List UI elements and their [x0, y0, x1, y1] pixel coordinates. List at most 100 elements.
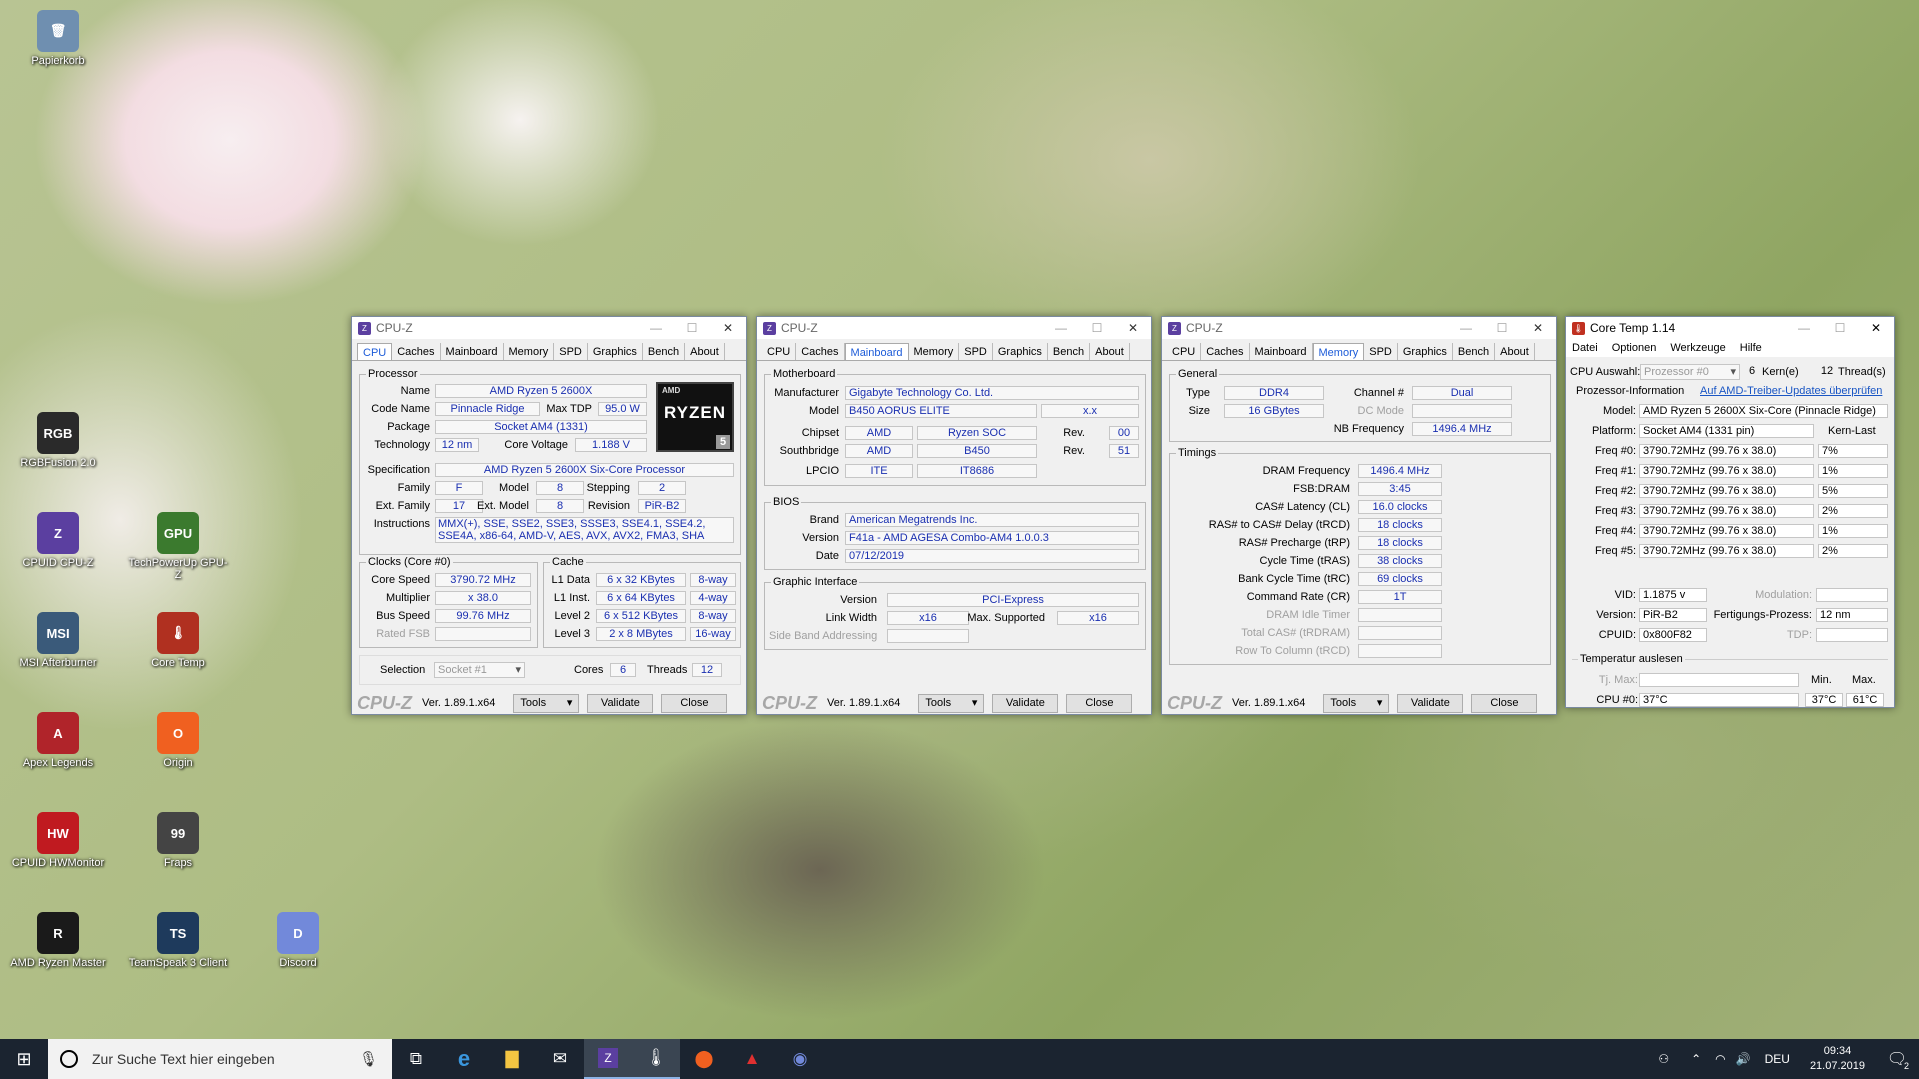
desktop-icon-core-temp[interactable]: 🌡 Core Temp — [128, 612, 228, 669]
tools-button[interactable]: Tools ▾ — [1323, 693, 1390, 713]
desktop-icon-amd-ryzen-master[interactable]: R AMD Ryzen Master — [8, 912, 108, 969]
people-icon[interactable]: ⚇ — [1658, 1052, 1669, 1066]
close-button[interactable]: Close — [661, 693, 728, 713]
bus-speed-value: 99.76 MHz — [435, 609, 531, 623]
network-icon[interactable]: ◠ — [1715, 1052, 1725, 1066]
tools-button[interactable]: Tools ▾ — [918, 693, 985, 713]
maximize-icon[interactable]: ☐ — [674, 317, 710, 339]
tab-graphics[interactable]: Graphics — [993, 343, 1048, 360]
desktop-icon-cpuid-hwmonitor[interactable]: HW CPUID HWMonitor — [8, 812, 108, 869]
tab-caches[interactable]: Caches — [1201, 343, 1250, 360]
bottom-bar: CPU-Z Ver. 1.89.1.x64 Tools ▾ Validate C… — [1162, 692, 1556, 714]
desktop-icon-rgbfusion-2-0[interactable]: RGB RGBFusion 2.0 — [8, 412, 108, 469]
minimize-icon[interactable]: — — [1448, 317, 1484, 339]
tab-graphics[interactable]: Graphics — [588, 343, 643, 360]
tab-bench[interactable]: Bench — [643, 343, 686, 360]
minimize-icon[interactable]: — — [638, 317, 674, 339]
close-button[interactable]: Close — [1471, 693, 1538, 713]
desktop-icon-papierkorb[interactable]: 🗑 Papierkorb — [8, 10, 108, 67]
title-bar[interactable]: 🌡 Core Temp 1.14 — ☐ ✕ — [1566, 317, 1894, 339]
tab-about[interactable]: About — [685, 343, 725, 360]
maximize-icon[interactable]: ☐ — [1484, 317, 1520, 339]
tools-label: Tools — [925, 696, 952, 709]
tab-about[interactable]: About — [1090, 343, 1130, 360]
codename-label: Code Name — [371, 403, 430, 415]
volume-icon[interactable]: 🔊 — [1736, 1052, 1751, 1066]
close-icon[interactable]: ✕ — [1520, 317, 1556, 339]
tab-mainboard[interactable]: Mainboard — [844, 343, 909, 360]
close-icon[interactable]: ✕ — [1115, 317, 1151, 339]
tab-spd[interactable]: SPD — [959, 343, 993, 360]
taskbar-explorer[interactable]: ▇ — [488, 1039, 536, 1079]
desktop-icon-origin[interactable]: O Origin — [128, 712, 228, 769]
tools-button[interactable]: Tools ▾ — [513, 693, 580, 713]
title-bar[interactable]: Z CPU-Z — ☐ ✕ — [757, 317, 1151, 339]
tab-cpu[interactable]: CPU — [357, 343, 393, 360]
tab-cpu[interactable]: CPU — [762, 343, 797, 360]
desktop-icon-techpowerup-gpu-z[interactable]: GPU TechPowerUp GPU-Z — [128, 512, 228, 581]
validate-button[interactable]: Validate — [1397, 693, 1464, 713]
start-button[interactable]: ⊞ — [0, 1039, 48, 1079]
lpcio-label: LPCIO — [805, 465, 839, 477]
desktop-icon-cpuid-cpu-z[interactable]: Z CPUID CPU-Z — [8, 512, 108, 569]
menu-werkzeuge[interactable]: Werkzeuge — [1670, 342, 1725, 354]
desktop-icon-apex-legends[interactable]: A Apex Legends — [8, 712, 108, 769]
tab-memory[interactable]: Memory — [504, 343, 555, 360]
menu-datei[interactable]: Datei — [1572, 342, 1598, 354]
tab-graphics[interactable]: Graphics — [1398, 343, 1453, 360]
tab-bench[interactable]: Bench — [1048, 343, 1091, 360]
title-bar[interactable]: Z CPU-Z — ☐ ✕ — [352, 317, 746, 339]
desktop-icon-fraps[interactable]: 99 Fraps — [128, 812, 228, 869]
microphone-icon[interactable]: 🎙 — [359, 1050, 378, 1068]
search-box[interactable]: Zur Suche Text hier eingeben 🎙 — [48, 1039, 392, 1079]
task-view-button[interactable]: ⧉ — [392, 1039, 440, 1079]
clock[interactable]: 09:34 21.07.2019 — [1800, 1044, 1875, 1074]
taskbar-coretemp[interactable]: 🌡 — [632, 1039, 680, 1079]
timing-label: Bank Cycle Time (tRC) — [1238, 573, 1350, 585]
minimize-icon[interactable]: — — [1043, 317, 1079, 339]
validate-button[interactable]: Validate — [587, 693, 654, 713]
tab-about[interactable]: About — [1495, 343, 1535, 360]
taskbar-mail[interactable]: ✉ — [536, 1039, 584, 1079]
title-bar[interactable]: Z CPU-Z — ☐ ✕ — [1162, 317, 1556, 339]
taskbar-cpuz[interactable]: Z — [584, 1039, 632, 1079]
techpowerup-gpu-z-icon: GPU — [157, 512, 199, 554]
close-button[interactable]: Close — [1066, 693, 1133, 713]
tab-mainboard[interactable]: Mainboard — [441, 343, 504, 360]
tab-cpu[interactable]: CPU — [1167, 343, 1202, 360]
desktop-icon-msi-afterburner[interactable]: MSI MSI Afterburner — [8, 612, 108, 669]
notification-center[interactable]: 🗨 2 — [1875, 1049, 1919, 1071]
ext-model-label: Ext. Model — [477, 500, 529, 512]
tab-caches[interactable]: Caches — [796, 343, 845, 360]
taskbar-origin[interactable]: ⬤ — [680, 1039, 728, 1079]
minimize-icon[interactable]: — — [1786, 317, 1822, 339]
l1-inst-assoc: 4-way — [690, 591, 736, 605]
socket-select[interactable]: Socket #1 — [434, 662, 525, 678]
processor-select[interactable]: Prozessor #0 — [1640, 364, 1740, 380]
menu-optionen[interactable]: Optionen — [1612, 342, 1657, 354]
menu-hilfe[interactable]: Hilfe — [1740, 342, 1762, 354]
tab-spd[interactable]: SPD — [554, 343, 588, 360]
input-language[interactable]: DEU — [1765, 1052, 1790, 1066]
close-icon[interactable]: ✕ — [710, 317, 746, 339]
tab-mainboard[interactable]: Mainboard — [1250, 343, 1313, 360]
taskbar-apex[interactable]: ▲ — [728, 1039, 776, 1079]
window-title: CPU-Z — [1186, 321, 1223, 335]
desktop-icon-teamspeak-3-client[interactable]: TS TeamSpeak 3 Client — [128, 912, 228, 969]
tab-bench[interactable]: Bench — [1453, 343, 1496, 360]
core-speed-value: 3790.72 MHz — [435, 573, 531, 587]
tab-memory[interactable]: Memory — [909, 343, 960, 360]
taskbar-discord[interactable]: ◉ — [776, 1039, 824, 1079]
desktop-icon-discord[interactable]: D Discord — [248, 912, 348, 969]
maximize-icon[interactable]: ☐ — [1079, 317, 1115, 339]
tab-spd[interactable]: SPD — [1364, 343, 1398, 360]
taskbar-edge[interactable]: e — [440, 1039, 488, 1079]
close-icon[interactable]: ✕ — [1858, 317, 1894, 339]
driver-update-link[interactable]: Auf AMD-Treiber-Updates überprüfen — [1700, 385, 1882, 397]
timing-value: 16.0 clocks — [1358, 500, 1442, 514]
chevron-up-icon[interactable]: ⌃ — [1691, 1052, 1701, 1066]
maximize-icon[interactable]: ☐ — [1822, 317, 1858, 339]
tab-memory[interactable]: Memory — [1312, 343, 1365, 360]
validate-button[interactable]: Validate — [992, 693, 1059, 713]
tab-caches[interactable]: Caches — [392, 343, 441, 360]
